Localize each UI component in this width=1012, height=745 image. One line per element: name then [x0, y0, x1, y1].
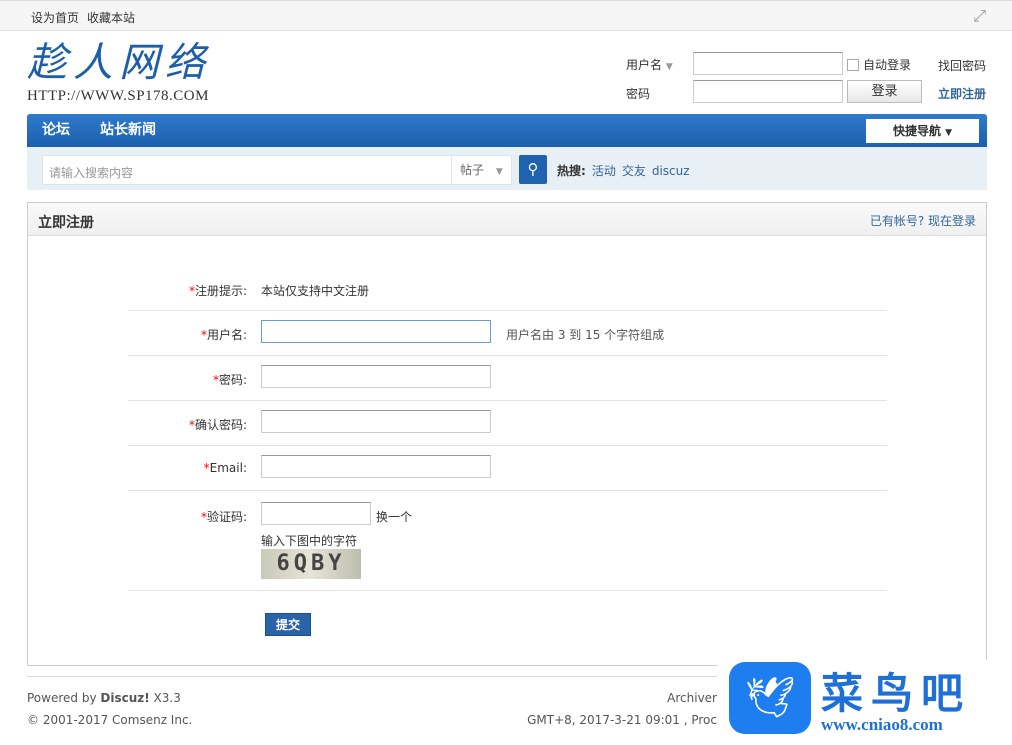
hot-label: 热搜: — [557, 164, 586, 178]
confirm-password-label: *确认密码: — [188, 418, 247, 432]
username-type-select[interactable]: 用户名 ▼ — [626, 56, 673, 73]
hint-label: *注册提示: — [188, 284, 247, 298]
footer: Powered by Discuz! X3.3 © 2001-2017 Coms… — [27, 676, 717, 727]
username-input[interactable] — [261, 320, 491, 343]
submit-button[interactable]: 提交 — [265, 613, 311, 636]
confirm-password-input[interactable] — [261, 410, 491, 433]
main-nav: 论坛 站长新闻 快捷导航 ▼ — [27, 114, 987, 147]
nav-forum[interactable]: 论坛 — [27, 114, 85, 147]
search-bar: 请输入搜索内容 帖子 ▼ ⚲ 热搜: 活动 交友 discuz — [27, 147, 987, 190]
captcha-image[interactable]: 6QBY — [261, 549, 361, 579]
nav-news[interactable]: 站长新闻 — [85, 114, 171, 147]
top-bar: 设为首页 收藏本站 ⤢ — [0, 0, 1012, 31]
hot-link[interactable]: discuz — [652, 164, 690, 178]
register-link[interactable]: 立即注册 — [938, 85, 986, 102]
password-label: *密码: — [212, 373, 247, 387]
email-input[interactable] — [261, 455, 491, 478]
bird-icon: 🕊 — [729, 662, 811, 734]
captcha-input[interactable] — [261, 502, 371, 525]
register-hint: 本站仅支持中文注册 — [261, 284, 370, 298]
search-button[interactable]: ⚲ — [519, 155, 547, 184]
fullscreen-icon[interactable]: ⤢ — [973, 6, 986, 26]
hot-link[interactable]: 活动 — [592, 164, 616, 178]
password-label: 密码 — [626, 87, 651, 101]
forgot-password-link[interactable]: 找回密码 — [938, 57, 986, 74]
set-homepage-link[interactable]: 设为首页 — [31, 11, 79, 25]
page-title: 立即注册 — [38, 215, 94, 231]
archiver-link[interactable]: Archiver — [667, 691, 717, 705]
auto-login-checkbox[interactable]: 自动登录 — [847, 56, 911, 73]
login-button[interactable]: 登录 — [847, 80, 922, 103]
discuz-link[interactable]: Discuz! — [100, 691, 149, 705]
register-panel: 立即注册 已有帐号? 现在登录 *注册提示: 本站仅支持中文注册 *用户名: 用户名… — [27, 202, 987, 666]
username-label: *用户名: — [200, 328, 247, 342]
search-icon: ⚲ — [527, 160, 539, 178]
quick-nav-button[interactable]: 快捷导航 ▼ — [866, 119, 979, 143]
watermark-logo: 🕊 菜鸟吧 www.cniao8.com — [717, 660, 1012, 745]
change-captcha-link[interactable]: 换一个 — [376, 508, 412, 525]
login-username-input[interactable] — [693, 52, 843, 75]
search-type-select[interactable]: 帖子 ▼ — [451, 156, 511, 184]
hot-link[interactable]: 交友 — [622, 164, 646, 178]
site-logo[interactable]: 趁人网络 HTTP://WWW.SP178.COM — [27, 38, 257, 108]
captcha-label: *验证码: — [200, 510, 247, 524]
email-label: *Email: — [203, 461, 247, 475]
login-password-input[interactable] — [693, 80, 843, 103]
search-input[interactable]: 请输入搜索内容 — [49, 164, 133, 181]
password-input[interactable] — [261, 365, 491, 388]
bookmark-link[interactable]: 收藏本站 — [87, 11, 135, 25]
login-now-link[interactable]: 已有帐号? 现在登录 — [870, 212, 976, 229]
